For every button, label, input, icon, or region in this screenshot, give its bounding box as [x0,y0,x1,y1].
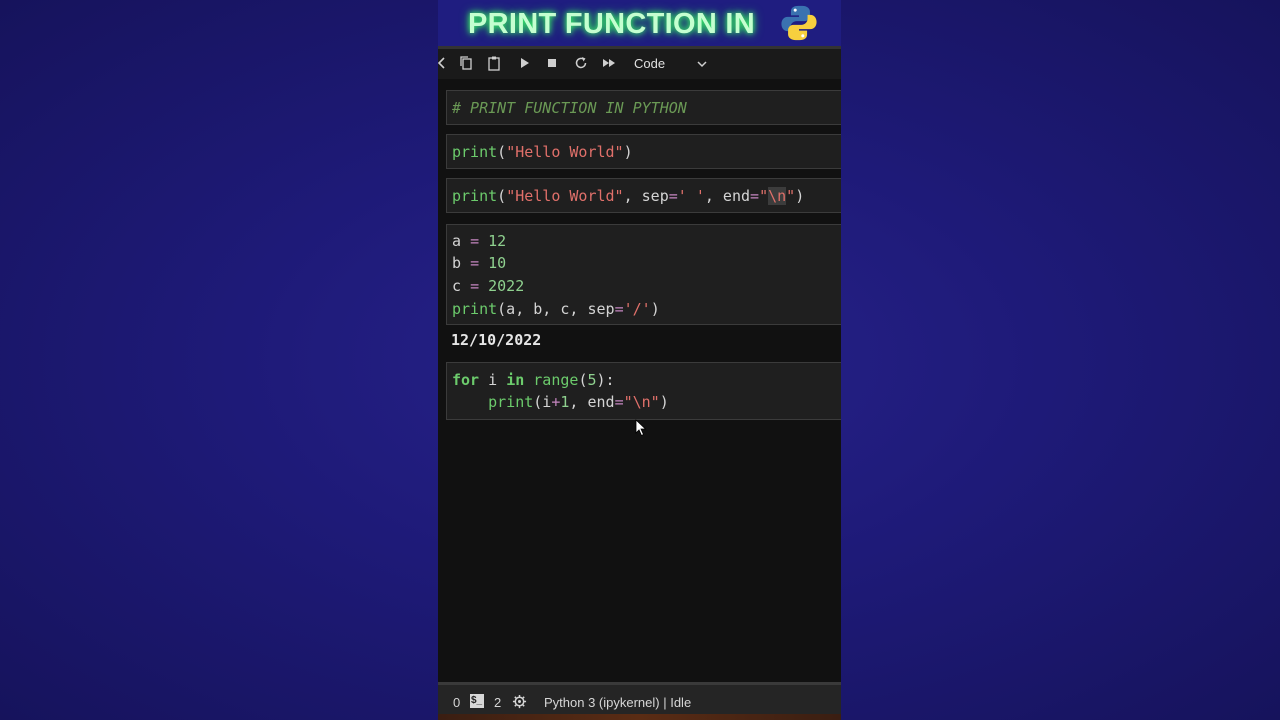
status-count-two[interactable]: 2 [494,695,501,710]
restart-icon[interactable] [573,55,589,71]
code-token: = [470,232,480,250]
code-token: print [488,393,534,411]
code-token: print [452,143,498,161]
code-token: , end [569,393,615,411]
code-token: "Hello World" [506,187,624,205]
chevron-down-icon[interactable] [696,58,708,70]
back-icon[interactable] [438,55,450,71]
code-cell-variables[interactable]: a = 12 b = 10 c = 2022 print(a, b, c, se… [446,224,841,325]
code-token: "Hello World" [506,143,624,161]
code-token: = [668,187,678,205]
banner-title: PRINT FUNCTION IN [468,8,756,40]
code-token: (i [533,393,552,411]
code-cell-comment[interactable]: # PRINT FUNCTION IN PYTHON [446,90,841,125]
code-token: '/' [623,300,651,318]
code-token: ) [623,143,633,161]
comment-text: # PRINT FUNCTION IN PYTHON [452,99,687,117]
stop-icon[interactable] [544,55,560,71]
notebook-screen: PRINT FUNCTION IN Code # PRINT FUNCTION … [438,0,841,720]
run-all-icon[interactable] [601,55,617,71]
code-cell-loop[interactable]: for i in range(5): print(i+1, end="\n") [446,362,841,420]
code-token: a [452,232,471,250]
code-token: for [452,371,480,389]
code-token: ) [795,187,805,205]
code-token: in [506,371,525,389]
code-token: print [452,300,498,318]
code-token: ( [497,143,507,161]
escape-sequence: \n [768,187,787,205]
code-token: range [533,371,579,389]
code-token: ( [497,187,507,205]
code-token: = [470,277,480,295]
code-token: " [786,187,796,205]
bottom-edge [438,714,841,720]
terminal-icon[interactable]: $_ [470,694,484,708]
cell-output: 12/10/2022 [451,331,542,349]
code-token: "\n" [623,393,660,411]
code-cell-hello[interactable]: print("Hello World") [446,134,841,169]
gear-icon[interactable] [512,694,527,709]
code-token: = [750,187,760,205]
notebook-toolbar: Code [438,46,841,79]
code-token: ): [596,371,615,389]
code-token: ) [659,393,669,411]
code-token: c [452,277,471,295]
code-token: ' ' [677,187,705,205]
paste-icon[interactable] [486,55,502,71]
notebook-body: # PRINT FUNCTION IN PYTHON print("Hello … [438,79,841,679]
copy-icon[interactable] [458,55,474,71]
code-token: " [759,187,769,205]
kernel-status[interactable]: Python 3 (ipykernel) | Idle [544,695,691,710]
code-token: i [479,371,507,389]
code-token: (a, b, c, sep [497,300,615,318]
run-icon[interactable] [516,55,532,71]
code-token: 5 [587,371,597,389]
mouse-pointer-icon [635,419,647,437]
code-token: b [452,254,471,272]
python-logo-icon [781,5,817,41]
code-token: , end [704,187,751,205]
code-token: 12 [479,232,507,250]
code-token: print [452,187,498,205]
status-count-zero[interactable]: 0 [453,695,460,710]
code-token: 2022 [479,277,525,295]
cell-type-select[interactable]: Code [634,56,665,71]
title-banner: PRINT FUNCTION IN [438,0,841,46]
code-token: , sep [623,187,669,205]
code-token: = [614,300,624,318]
code-token: = [470,254,480,272]
code-cell-sep-end[interactable]: print("Hello World", sep=' ', end="\n") [446,178,841,213]
code-token: 10 [479,254,507,272]
code-token: = [614,393,624,411]
code-token: ) [650,300,660,318]
